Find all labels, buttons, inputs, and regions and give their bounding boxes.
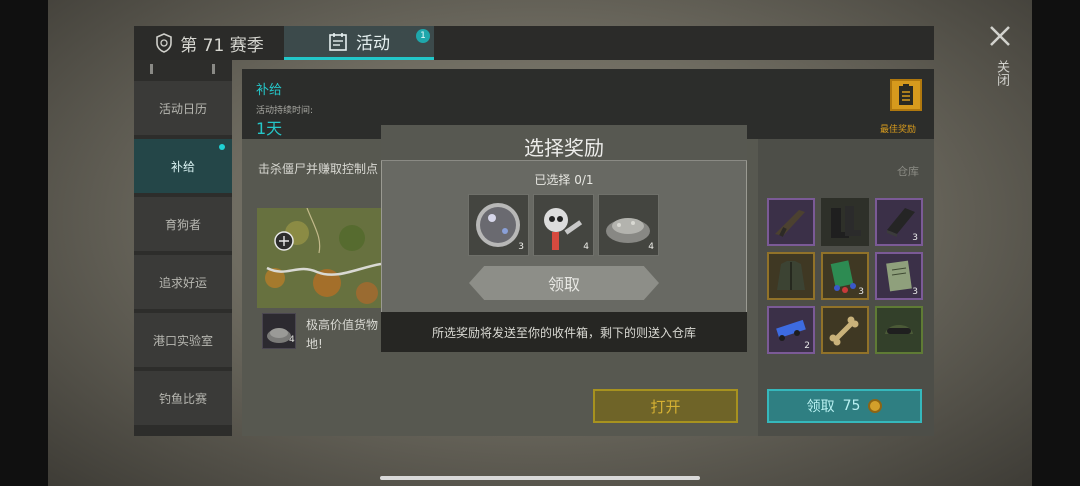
reward-option[interactable]: 3 xyxy=(468,194,529,256)
warehouse-slot[interactable] xyxy=(767,252,815,300)
sidebar-item-port-lab[interactable]: 港口实验室 xyxy=(134,313,232,367)
close-icon[interactable] xyxy=(988,24,1012,48)
warehouse-slot[interactable] xyxy=(875,306,923,354)
rifle-icon xyxy=(775,210,805,237)
map-illustration xyxy=(257,208,381,308)
warehouse-label: 仓库 xyxy=(897,165,919,178)
tab-season-label: 第 71 赛季 xyxy=(180,35,264,56)
sidebar-item-fishing[interactable]: 钓鱼比赛 xyxy=(134,371,232,425)
jacket-icon xyxy=(777,261,805,290)
shield-icon xyxy=(156,33,173,53)
reward-option[interactable]: 4 xyxy=(598,194,659,256)
sidebar-item-calendar[interactable]: 活动日历 xyxy=(134,81,232,135)
right-border xyxy=(1032,0,1080,486)
reward-count: 4 xyxy=(583,242,589,252)
best-reward-label: 最佳奖励 xyxy=(880,125,917,135)
warehouse-slot[interactable]: 2 xyxy=(767,306,815,354)
tab-activity-label: 活动 xyxy=(356,34,390,54)
sidebar-item-luck[interactable]: 追求好运 xyxy=(134,255,232,309)
warehouse-slot[interactable]: 3 xyxy=(875,252,923,300)
slot-count: 3 xyxy=(858,287,864,297)
event-description: 击杀僵尸并赚取控制点 xyxy=(258,162,379,176)
slot-count: 3 xyxy=(912,287,918,297)
modal-note: 所选奖励将发送至你的收件箱，剩下的则送入仓库 xyxy=(381,312,747,352)
warehouse-slot[interactable]: 3 xyxy=(821,252,869,300)
claim-button[interactable]: 领取 75 xyxy=(767,389,922,423)
sidebar-item-supply[interactable]: 补给 xyxy=(134,139,232,193)
warehouse-slot[interactable] xyxy=(767,198,815,246)
reward-option[interactable]: 4 xyxy=(533,194,594,256)
best-reward-button[interactable] xyxy=(890,79,922,111)
tab-season[interactable]: 第 71 赛季 xyxy=(134,26,284,60)
boots-icon xyxy=(831,206,861,238)
sidebar-scroll-marker xyxy=(212,64,215,74)
sidebar-item-dog-breeder[interactable]: 育狗者 xyxy=(134,197,232,251)
open-button[interactable]: 打开 xyxy=(593,389,738,423)
duration-value: 1天 xyxy=(256,119,283,138)
left-border xyxy=(0,0,48,486)
sidebar-scroll-marker xyxy=(150,64,153,74)
event-title: 补给 xyxy=(256,83,283,98)
reward-count: 3 xyxy=(518,242,524,252)
warehouse-slot[interactable] xyxy=(821,198,869,246)
bone-icon xyxy=(829,316,859,346)
tab-activity[interactable]: 活动 xyxy=(284,26,434,60)
close-label[interactable]: 关闭 xyxy=(992,60,1011,86)
slot-count: 2 xyxy=(804,341,810,351)
sidebar-notification-dot xyxy=(219,144,225,150)
notification-badge: 1 xyxy=(416,29,430,43)
warehouse-slot[interactable] xyxy=(821,306,869,354)
warehouse-slot[interactable]: 3 xyxy=(875,198,923,246)
loot-item-count: 4 xyxy=(289,335,295,345)
coin-icon xyxy=(868,399,883,413)
map-image xyxy=(257,208,381,308)
modal-title: 选择奖励 xyxy=(524,136,604,160)
selection-counter: 已选择 0/1 xyxy=(534,173,594,187)
loot-text-line2: 地! xyxy=(306,337,323,351)
modal-claim-button[interactable]: 领取 xyxy=(469,266,659,300)
calendar-icon xyxy=(329,32,347,51)
reward-count: 4 xyxy=(648,242,654,252)
home-indicator xyxy=(380,476,700,480)
claim-cost: 75 xyxy=(842,398,861,414)
loot-text-line1: 极高价值货物 xyxy=(306,318,379,332)
slot-count: 3 xyxy=(912,233,918,243)
clipboard-icon xyxy=(899,84,913,105)
goggles-cap-icon xyxy=(885,325,913,334)
claim-label: 领取 xyxy=(806,399,835,415)
